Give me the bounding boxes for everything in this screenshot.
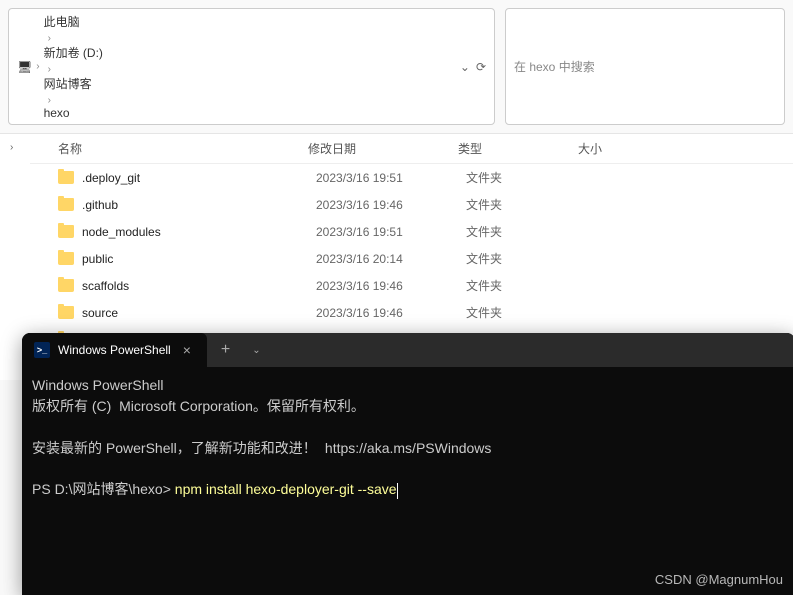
file-name: .github xyxy=(82,198,316,212)
file-row[interactable]: .github2023/3/16 19:46文件夹 xyxy=(30,191,793,218)
file-type: 文件夹 xyxy=(466,223,586,240)
file-row[interactable]: public2023/3/16 20:14文件夹 xyxy=(30,245,793,272)
file-row[interactable]: scaffolds2023/3/16 19:46文件夹 xyxy=(30,272,793,299)
cursor xyxy=(397,483,398,499)
breadcrumb-item[interactable]: 新加卷 (D:) xyxy=(44,44,103,61)
search-input[interactable]: 在 hexo 中搜索 xyxy=(505,8,785,125)
breadcrumb-item[interactable]: hexo xyxy=(44,106,103,120)
folder-icon xyxy=(58,171,74,184)
pc-icon: 🖥 xyxy=(17,60,32,74)
file-row[interactable]: .deploy_git2023/3/16 19:51文件夹 xyxy=(30,164,793,191)
breadcrumb-item[interactable]: 此电脑 xyxy=(44,13,103,30)
file-type: 文件夹 xyxy=(466,304,586,321)
file-row[interactable]: source2023/3/16 19:46文件夹 xyxy=(30,299,793,326)
col-name[interactable]: 名称 xyxy=(58,140,308,157)
terminal-tab-bar: >_ Windows PowerShell × + ⌄ xyxy=(22,333,793,367)
folder-icon xyxy=(58,225,74,238)
file-name: node_modules xyxy=(82,225,316,239)
col-size[interactable]: 大小 xyxy=(578,140,638,157)
col-date[interactable]: 修改日期 xyxy=(308,140,458,157)
file-name: public xyxy=(82,252,316,266)
command-input[interactable]: npm install hexo-deployer-git --save xyxy=(175,481,397,497)
term-line: 安装最新的 PowerShell，了解新功能和改进！ xyxy=(32,440,317,456)
chevron-right-icon: › xyxy=(36,61,39,72)
term-link[interactable]: https://aka.ms/PSWindows xyxy=(325,440,492,456)
terminal-window: >_ Windows PowerShell × + ⌄ Windows Powe… xyxy=(22,333,793,595)
chevron-right-icon: › xyxy=(48,64,51,75)
file-date: 2023/3/16 19:46 xyxy=(316,198,466,212)
refresh-icon[interactable]: ⟳ xyxy=(476,60,486,74)
new-tab-button[interactable]: + xyxy=(207,341,244,359)
file-type: 文件夹 xyxy=(466,277,586,294)
file-type: 文件夹 xyxy=(466,196,586,213)
explorer-toolbar: 🖥 › 此电脑›新加卷 (D:)›网站博客›hexo ⌄ ⟳ 在 hexo 中搜… xyxy=(0,0,793,134)
file-name: .deploy_git xyxy=(82,171,316,185)
tree-expand-icon[interactable]: › xyxy=(0,134,30,161)
folder-icon xyxy=(58,279,74,292)
terminal-body[interactable]: Windows PowerShell 版权所有 (C) Microsoft Co… xyxy=(22,367,793,509)
file-type: 文件夹 xyxy=(466,169,586,186)
search-placeholder: 在 hexo 中搜索 xyxy=(514,58,595,75)
file-date: 2023/3/16 19:51 xyxy=(316,171,466,185)
file-name: source xyxy=(82,306,316,320)
powershell-icon: >_ xyxy=(34,342,50,358)
file-date: 2023/3/16 19:46 xyxy=(316,306,466,320)
tab-title: Windows PowerShell xyxy=(58,343,171,357)
folder-icon xyxy=(58,306,74,319)
file-row[interactable]: node_modules2023/3/16 19:51文件夹 xyxy=(30,218,793,245)
folder-icon xyxy=(58,252,74,265)
chevron-right-icon: › xyxy=(48,95,51,106)
file-date: 2023/3/16 19:46 xyxy=(316,279,466,293)
folder-icon xyxy=(58,198,74,211)
address-bar[interactable]: 🖥 › 此电脑›新加卷 (D:)›网站博客›hexo ⌄ ⟳ xyxy=(8,8,495,125)
term-line: Windows PowerShell xyxy=(32,377,164,393)
file-date: 2023/3/16 19:51 xyxy=(316,225,466,239)
terminal-tab[interactable]: >_ Windows PowerShell × xyxy=(22,333,207,367)
term-line: 版权所有 (C) Microsoft Corporation。保留所有权利。 xyxy=(32,398,365,414)
column-headers[interactable]: 名称 修改日期 类型 大小 xyxy=(30,134,793,164)
breadcrumb-item[interactable]: 网站博客 xyxy=(44,75,103,92)
watermark: CSDN @MagnumHou xyxy=(655,572,783,587)
close-icon[interactable]: × xyxy=(179,342,195,358)
col-type[interactable]: 类型 xyxy=(458,140,578,157)
file-type: 文件夹 xyxy=(466,250,586,267)
chevron-down-icon[interactable]: ⌄ xyxy=(460,60,470,74)
prompt: PS D:\网站博客\hexo> xyxy=(32,481,175,497)
file-name: scaffolds xyxy=(82,279,316,293)
tab-dropdown-icon[interactable]: ⌄ xyxy=(244,345,268,356)
chevron-right-icon: › xyxy=(48,33,51,44)
file-date: 2023/3/16 20:14 xyxy=(316,252,466,266)
